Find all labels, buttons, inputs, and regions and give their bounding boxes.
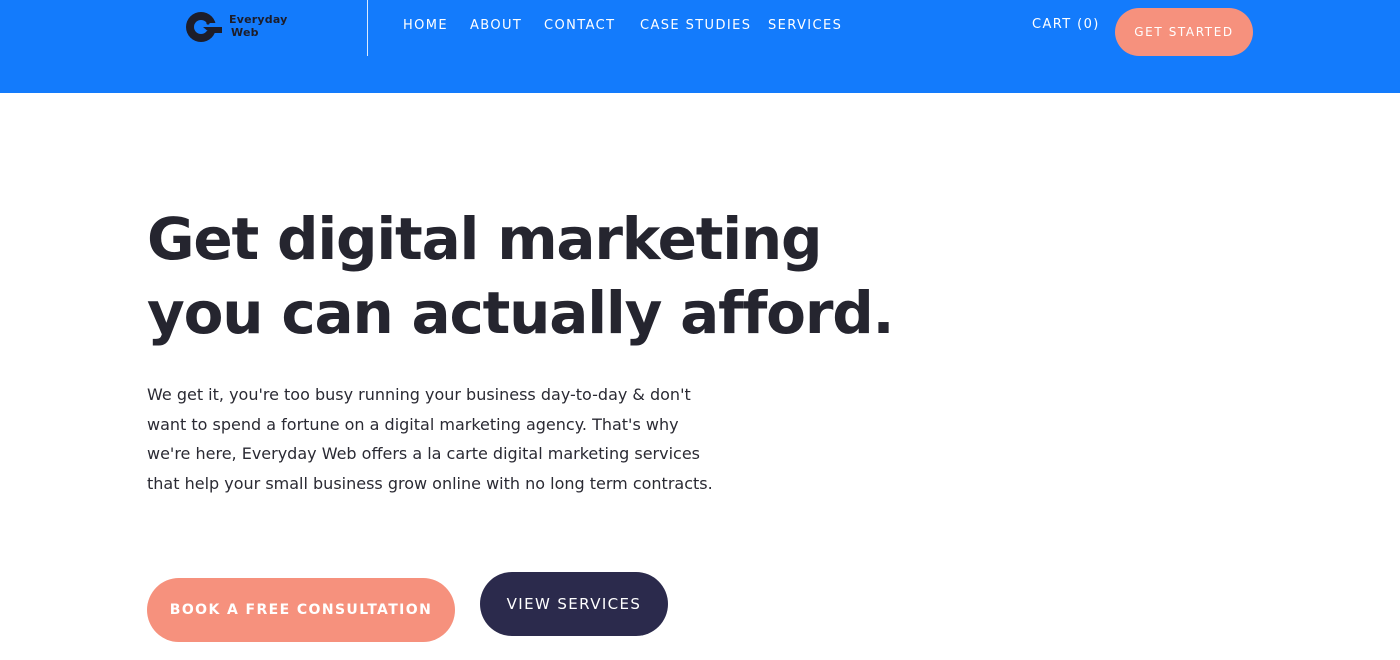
nav-contact[interactable]: CONTACT [544,16,615,36]
logo[interactable]: Everyday Web [184,10,304,44]
logo-text: Everyday Web [229,13,299,39]
view-services-button[interactable]: VIEW SERVICES [480,572,668,636]
header-divider [367,0,368,56]
logo-line-2: Web [231,26,259,39]
hero-title-line-1: Get digital marketing [147,205,823,273]
get-started-button[interactable]: GET STARTED [1115,8,1253,56]
book-consultation-button[interactable]: BOOK A FREE CONSULTATION [147,578,455,642]
nav-services[interactable]: SERVICES [768,16,842,36]
hero-description: We get it, you're too busy running your … [147,385,713,493]
everyday-web-logo-icon [186,12,222,42]
hero-title: Get digital marketing you can actually a… [147,202,947,350]
nav-home[interactable]: HOME [403,16,448,36]
nav-about[interactable]: ABOUT [470,16,522,36]
hero-title-line-2: you can actually afford. [147,279,895,347]
cart-link[interactable]: CART (0) [1032,15,1100,35]
logo-line-1: Everyday [229,13,288,26]
site-header: Everyday Web HOME ABOUT CONTACT CASE STU… [0,0,1400,93]
nav-case-studies[interactable]: CASE STUDIES [640,16,751,36]
